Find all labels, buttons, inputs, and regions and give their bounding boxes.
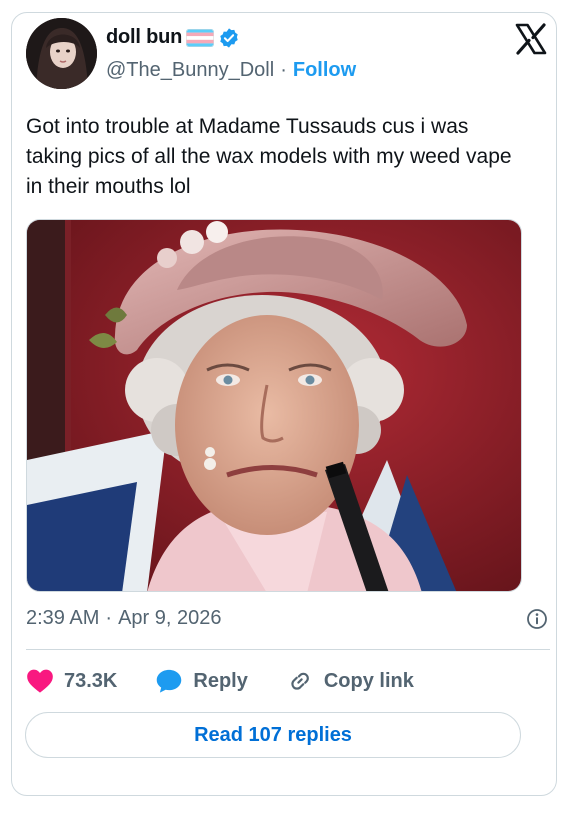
handle[interactable]: @The_Bunny_Doll (106, 59, 274, 82)
divider (26, 649, 550, 650)
reply-bubble-icon (157, 669, 182, 693)
timestamp-separator: · (105, 607, 113, 629)
copy-link-label: Copy link (323, 669, 414, 692)
separator-dot: · (280, 59, 287, 81)
trans-flag-icon (186, 28, 215, 47)
author-name-row: doll bun (106, 26, 240, 49)
tweet-time: 2:39 AM (26, 607, 100, 629)
like-button[interactable]: 73.3K (26, 668, 117, 694)
reply-label: Reply (193, 669, 248, 692)
link-icon (291, 672, 309, 690)
info-icon[interactable] (526, 608, 548, 630)
reply-button[interactable]: Reply (155, 668, 248, 694)
x-logo-icon[interactable] (514, 22, 548, 56)
copy-link-button[interactable]: Copy link (286, 668, 414, 694)
verified-badge-icon (218, 27, 240, 49)
heart-icon (27, 669, 53, 693)
handle-row: @The_Bunny_Doll · Follow (106, 59, 356, 82)
display-name[interactable]: doll bun (106, 26, 182, 49)
tweet-timestamp[interactable]: 2:39 AM · Apr 9, 2026 (26, 607, 221, 630)
follow-button[interactable]: Follow (293, 59, 356, 82)
tweet-photo[interactable] (26, 219, 522, 592)
like-count: 73.3K (64, 669, 118, 692)
action-bar: 73.3K Reply Copy link (26, 668, 452, 694)
tweet-text: Got into trouble at Madame Tussauds cus … (26, 115, 512, 198)
tweet-date: Apr 9, 2026 (118, 607, 222, 629)
read-replies-button[interactable]: Read 107 replies (25, 712, 521, 758)
avatar[interactable] (26, 18, 97, 89)
